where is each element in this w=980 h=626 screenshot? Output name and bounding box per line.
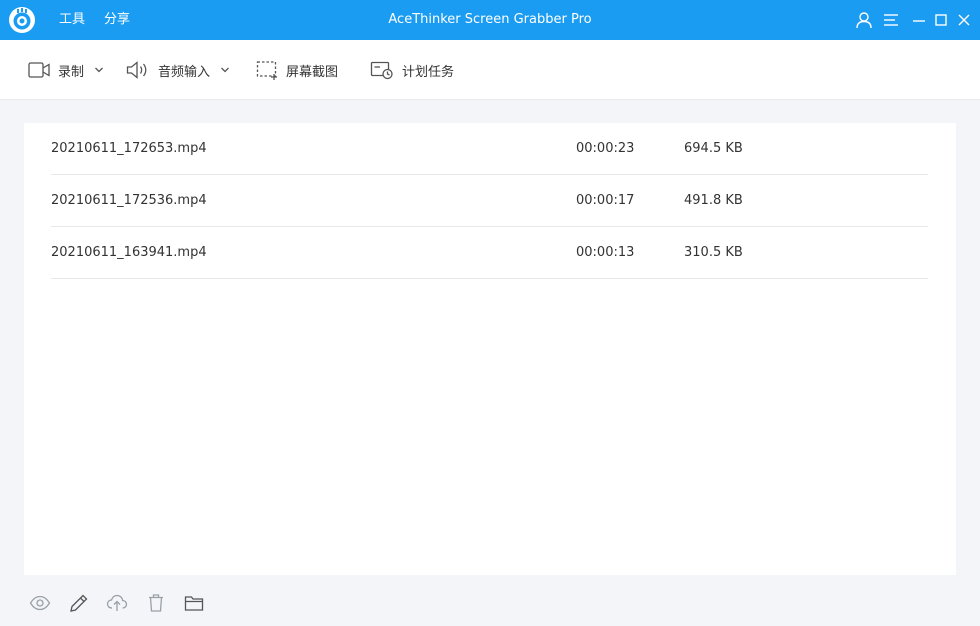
video-camera-icon bbox=[28, 62, 50, 78]
speaker-icon bbox=[126, 61, 147, 79]
minimize-icon[interactable] bbox=[909, 10, 929, 30]
file-duration: 00:00:13 bbox=[576, 245, 635, 260]
menu-lines-icon[interactable] bbox=[881, 10, 901, 30]
screenshot-region-icon bbox=[256, 61, 277, 80]
maximize-icon[interactable] bbox=[931, 10, 951, 30]
user-icon[interactable] bbox=[854, 10, 874, 30]
list-item[interactable]: 20210611_163941.mp4 00:00:13 310.5 KB bbox=[51, 227, 928, 279]
record-button[interactable]: 录制 bbox=[28, 40, 104, 100]
window-title: AceThinker Screen Grabber Pro bbox=[388, 12, 592, 27]
chevron-down-icon bbox=[95, 67, 103, 73]
preview-eye-icon[interactable] bbox=[29, 592, 51, 614]
screenshot-button[interactable]: 屏幕截图 bbox=[256, 40, 338, 100]
edit-pencil-icon[interactable] bbox=[68, 592, 90, 614]
close-icon[interactable] bbox=[954, 10, 974, 30]
cloud-upload-icon[interactable] bbox=[106, 592, 128, 614]
audio-input-button[interactable]: 音频输入 bbox=[126, 40, 230, 100]
file-name: 20210611_172653.mp4 bbox=[51, 141, 207, 156]
chevron-down-icon bbox=[221, 67, 229, 73]
record-label: 录制 bbox=[58, 64, 85, 80]
app-logo-icon bbox=[8, 6, 36, 34]
title-bar: 工具 分享 AceThinker Screen Grabber Pro bbox=[0, 0, 980, 40]
file-duration: 00:00:17 bbox=[576, 193, 635, 208]
schedule-button[interactable]: 计划任务 bbox=[370, 40, 454, 100]
audio-input-label: 音频输入 bbox=[158, 64, 211, 80]
screenshot-label: 屏幕截图 bbox=[286, 64, 339, 80]
recordings-list: 20210611_172653.mp4 00:00:23 694.5 KB 20… bbox=[24, 123, 956, 575]
schedule-label: 计划任务 bbox=[402, 64, 455, 80]
menu-share[interactable]: 分享 bbox=[104, 0, 130, 40]
schedule-clock-icon bbox=[370, 61, 393, 80]
toolbar: 录制 音频输入 屏幕截图 计划任务 bbox=[0, 40, 980, 100]
file-size: 310.5 KB bbox=[684, 245, 743, 260]
trash-icon[interactable] bbox=[145, 592, 167, 614]
menu-tools[interactable]: 工具 bbox=[59, 0, 85, 40]
folder-icon[interactable] bbox=[183, 592, 205, 614]
file-size: 694.5 KB bbox=[684, 141, 743, 156]
file-name: 20210611_172536.mp4 bbox=[51, 193, 207, 208]
file-name: 20210611_163941.mp4 bbox=[51, 245, 207, 260]
file-size: 491.8 KB bbox=[684, 193, 743, 208]
list-item[interactable]: 20210611_172536.mp4 00:00:17 491.8 KB bbox=[51, 175, 928, 227]
list-item[interactable]: 20210611_172653.mp4 00:00:23 694.5 KB bbox=[51, 123, 928, 175]
file-duration: 00:00:23 bbox=[576, 141, 635, 156]
